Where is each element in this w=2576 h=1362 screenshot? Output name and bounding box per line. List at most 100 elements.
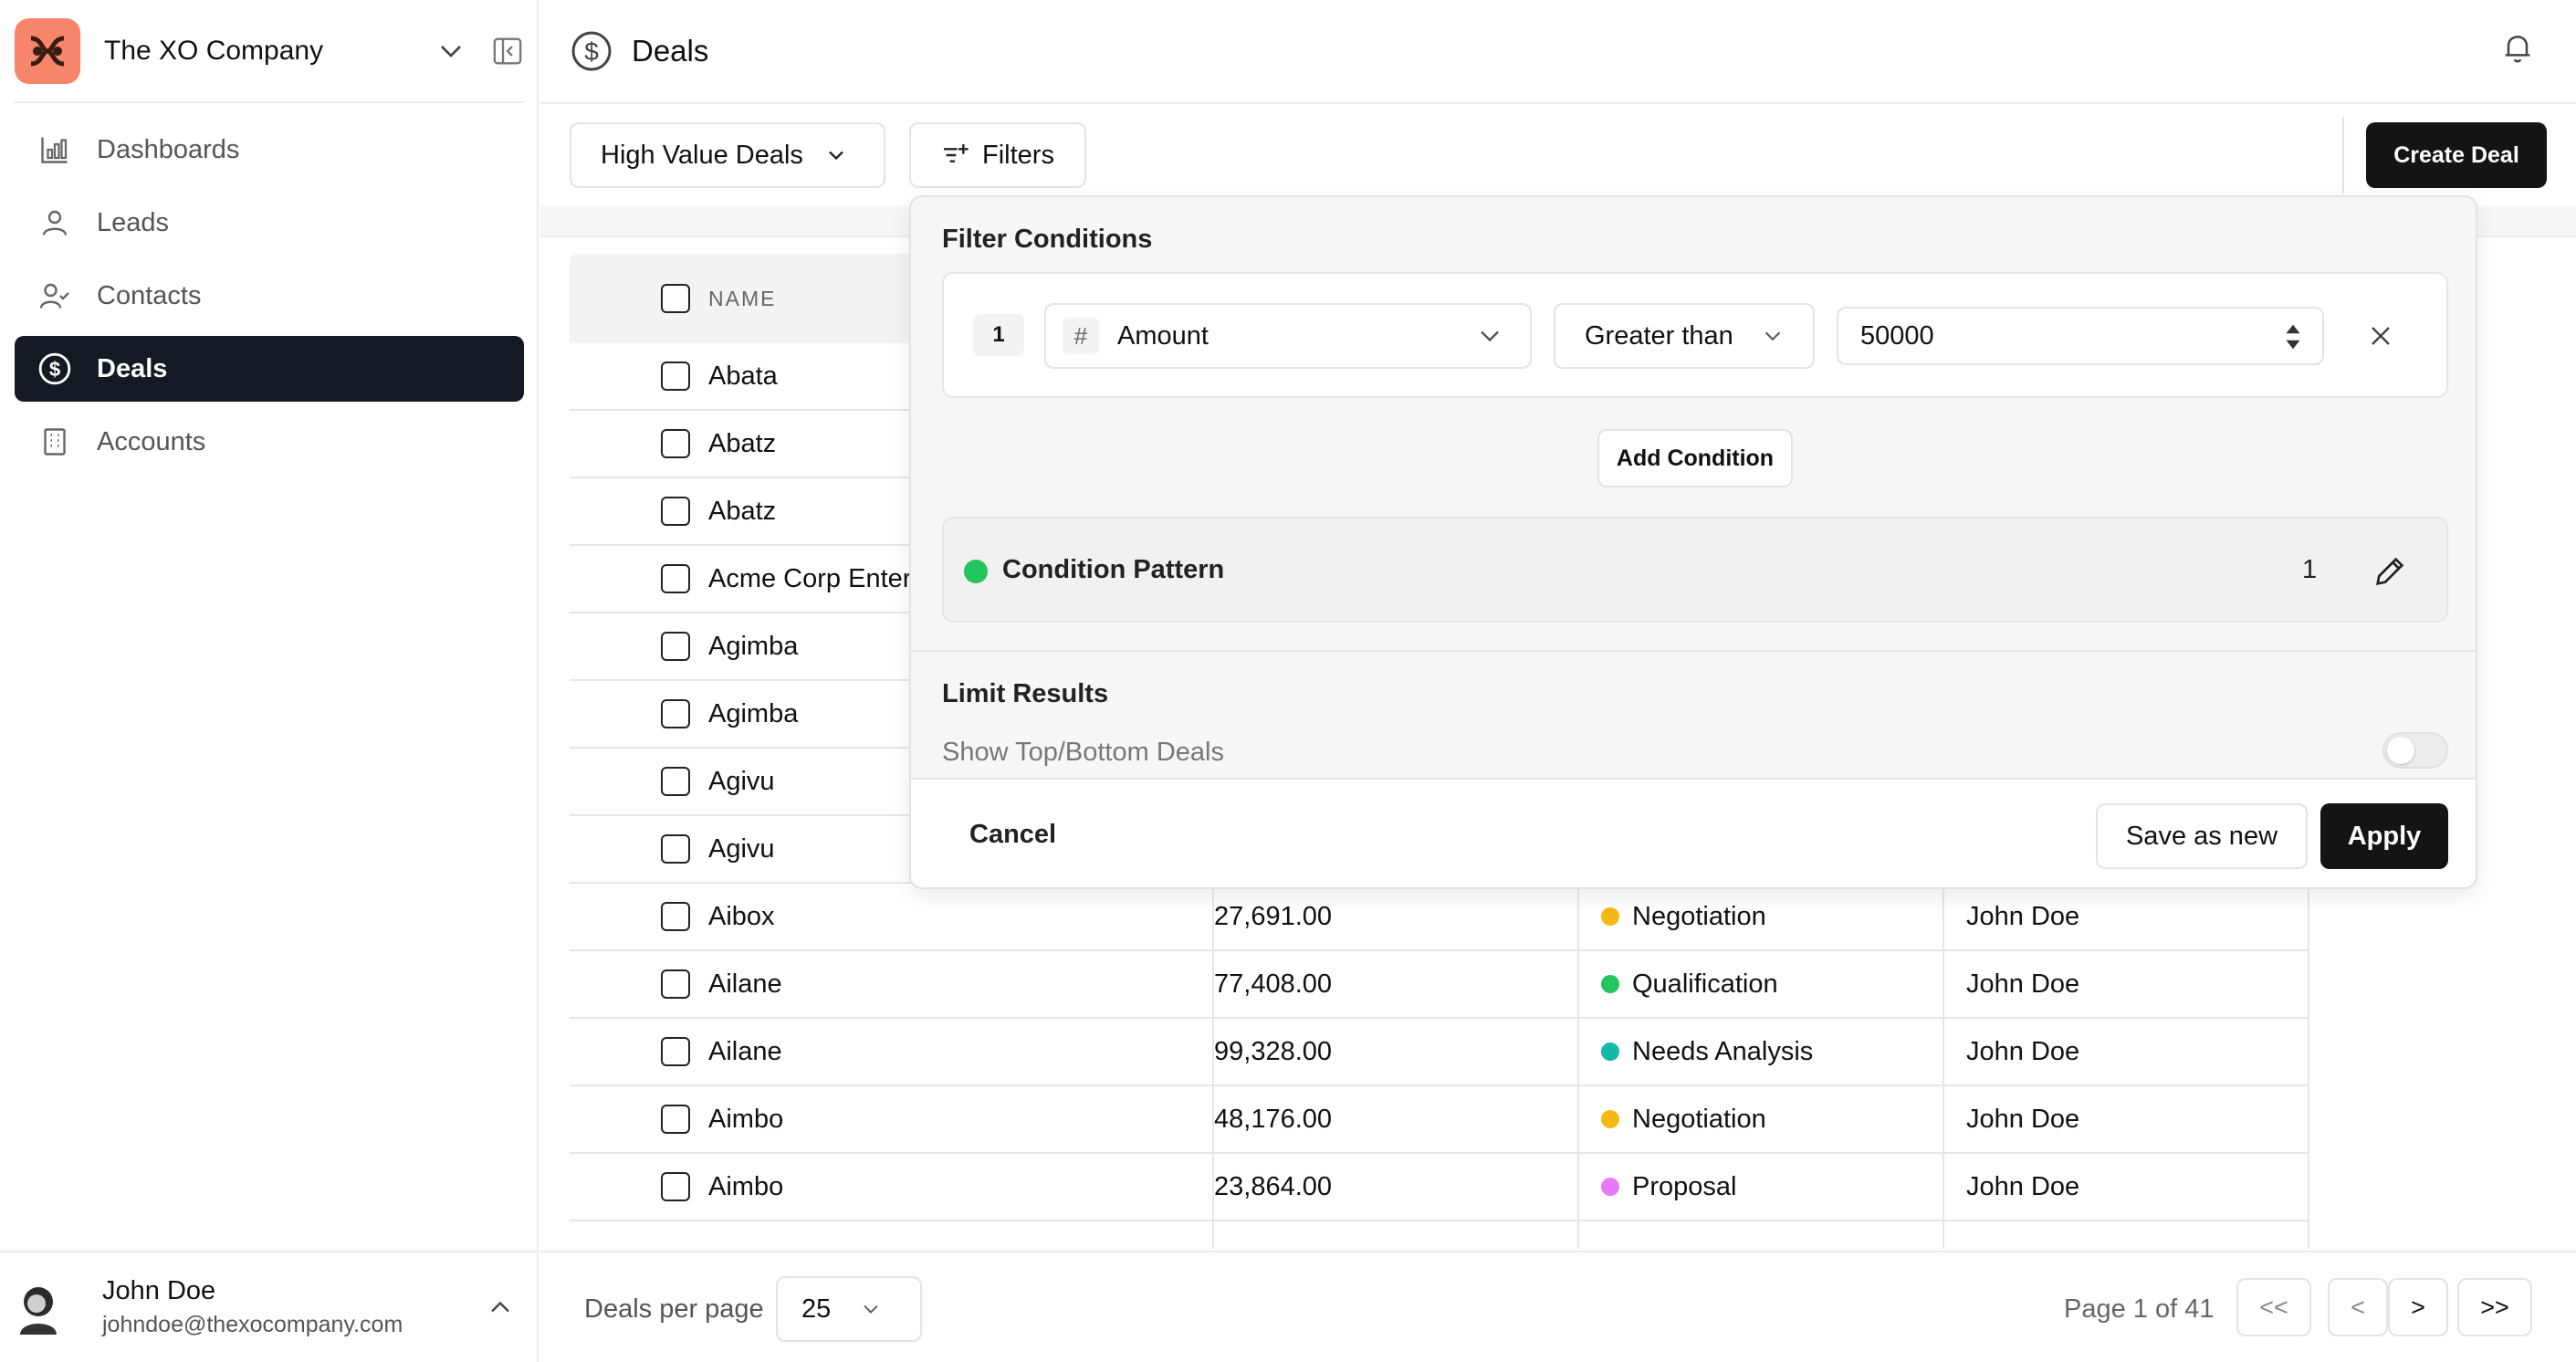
row-checkbox[interactable]: [661, 1037, 690, 1066]
column-header-name: NAME: [661, 284, 776, 313]
prev-page-button[interactable]: <: [2328, 1278, 2388, 1336]
saved-view-select[interactable]: High Value Deals: [570, 122, 885, 188]
deal-name[interactable]: Aimbo: [708, 1172, 783, 1202]
limit-results-title: Limit Results: [942, 679, 1109, 708]
notification-bell-icon[interactable]: [2499, 29, 2536, 66]
chevron-down-icon[interactable]: [433, 33, 469, 69]
deal-amount: 27,691.00: [1214, 901, 1333, 931]
company-logo: [15, 18, 80, 84]
filter-add-icon: [944, 144, 969, 162]
condition-field-select[interactable]: # Amount: [1044, 303, 1532, 369]
deal-name[interactable]: Agivu: [708, 834, 775, 864]
filters-button[interactable]: Filters: [909, 122, 1086, 188]
row-checkbox[interactable]: [661, 1105, 690, 1134]
sidebar-item-leads[interactable]: Leads: [15, 190, 524, 256]
sidebar-item-dashboards[interactable]: Dashboards: [15, 117, 524, 183]
filter-popover: Filter Conditions 1 # Amount Greater tha…: [909, 195, 2477, 889]
table-row[interactable]: Ailane 77,408.00 Qualification John Doe: [570, 951, 2309, 1019]
row-checkbox[interactable]: [661, 969, 690, 999]
filters-label: Filters: [982, 140, 1054, 170]
close-icon[interactable]: [2364, 320, 2397, 352]
deal-name[interactable]: Aimbo: [708, 1105, 783, 1135]
page-title: Deals: [632, 34, 709, 68]
row-checkbox[interactable]: [661, 1172, 690, 1201]
pencil-icon[interactable]: [2372, 553, 2408, 590]
deal-stage: Needs Analysis: [1632, 1036, 1814, 1066]
table-row[interactable]: Aibox 27,691.00 Negotiation John Doe: [570, 884, 2309, 951]
deal-owner: John Doe: [1966, 969, 2080, 999]
deal-owner: John Doe: [1966, 1171, 2080, 1201]
apply-button[interactable]: Apply: [2320, 803, 2448, 869]
deal-name[interactable]: Agimba: [708, 632, 798, 662]
number-stepper-icon[interactable]: [2282, 321, 2304, 352]
sidebar-item-deals[interactable]: $ Deals: [15, 336, 524, 402]
company-name: The XO Company: [104, 36, 324, 66]
stage-dot: [1601, 907, 1619, 926]
sidebar-item-contacts[interactable]: Contacts: [15, 263, 524, 329]
row-checkbox[interactable]: [661, 632, 690, 661]
deal-name[interactable]: Agimba: [708, 699, 798, 729]
deal-name[interactable]: Abatz: [708, 429, 776, 459]
pagination-bar: Deals per page 25 Page 1 of 41 << < > >>: [540, 1251, 2576, 1362]
condition-value-input[interactable]: [1837, 307, 2324, 365]
row-checkbox[interactable]: [661, 902, 690, 931]
deal-name[interactable]: Agivu: [708, 767, 775, 797]
cancel-button[interactable]: Cancel: [969, 820, 1056, 850]
user-email: johndoe@thexocompany.com: [102, 1312, 403, 1337]
column-divider: [2308, 884, 2309, 1249]
saved-view-label: High Value Deals: [601, 140, 803, 170]
row-checkbox[interactable]: [661, 429, 690, 458]
create-deal-button[interactable]: Create Deal: [2366, 122, 2547, 188]
user-menu[interactable]: John Doe johndoe@thexocompany.com: [0, 1251, 539, 1362]
deal-stage: Qualification: [1632, 969, 1778, 999]
condition-index: 1: [973, 314, 1024, 356]
deal-owner: John Doe: [1966, 901, 2080, 931]
dollar-circle-icon: $: [37, 351, 73, 387]
row-checkbox[interactable]: [661, 361, 690, 391]
deal-name[interactable]: Ailane: [708, 969, 782, 1000]
table-row[interactable]: Aimbo 48,176.00 Negotiation John Doe: [570, 1086, 2309, 1154]
condition-operator-select[interactable]: Greater than: [1554, 303, 1815, 369]
row-checkbox[interactable]: [661, 767, 690, 796]
last-page-button[interactable]: >>: [2457, 1278, 2532, 1336]
page-header: $ Deals: [540, 0, 2576, 104]
row-checkbox[interactable]: [661, 497, 690, 526]
company-switcher[interactable]: The XO Company: [15, 18, 526, 84]
deal-owner: John Doe: [1966, 1104, 2080, 1134]
add-condition-button[interactable]: Add Condition: [1597, 429, 1793, 487]
deal-stage: Proposal: [1632, 1171, 1737, 1201]
toggle-knob: [2387, 737, 2414, 764]
deal-name[interactable]: Aibox: [708, 902, 775, 932]
deal-name[interactable]: Abata: [708, 361, 778, 392]
deal-amount: 48,176.00: [1214, 1104, 1333, 1134]
save-as-new-button[interactable]: Save as new: [2096, 803, 2308, 869]
table-row[interactable]: Ailane 99,328.00 Needs Analysis John Doe: [570, 1019, 2309, 1086]
sidebar-collapse-icon[interactable]: [489, 33, 526, 69]
deal-name[interactable]: Abatz: [708, 497, 776, 527]
deal-stage: Negotiation: [1632, 901, 1766, 931]
row-checkbox[interactable]: [661, 564, 690, 593]
next-page-button[interactable]: >: [2388, 1278, 2448, 1336]
building-icon: [37, 424, 73, 460]
row-checkbox[interactable]: [661, 699, 690, 728]
sidebar-item-accounts[interactable]: Accounts: [15, 409, 524, 475]
deal-name[interactable]: Ailane: [708, 1037, 782, 1067]
page-indicator: Page 1 of 41: [2064, 1294, 2215, 1324]
bar-chart-icon: [37, 131, 73, 168]
per-page-select[interactable]: 25: [776, 1276, 922, 1342]
limit-results-toggle[interactable]: [2382, 732, 2448, 769]
condition-operator-label: Greater than: [1585, 320, 1733, 351]
deal-amount: 23,864.00: [1214, 1171, 1333, 1201]
first-page-button[interactable]: <<: [2236, 1278, 2311, 1336]
deal-name[interactable]: Acme Corp Enterp: [708, 564, 927, 594]
select-all-checkbox[interactable]: [661, 284, 690, 313]
toolbar-divider: [2342, 117, 2344, 194]
chevron-up-icon[interactable]: [484, 1291, 517, 1324]
user-icon: [37, 204, 73, 241]
table-row[interactable]: Aimbo 23,864.00 Proposal John Doe: [570, 1154, 2309, 1221]
deal-owner: John Doe: [1966, 1036, 2080, 1066]
condition-pattern-value: 1: [2302, 555, 2318, 584]
dollar-circle-icon: $: [571, 31, 612, 71]
chevron-down-icon: [864, 1304, 878, 1314]
row-checkbox[interactable]: [661, 834, 690, 864]
